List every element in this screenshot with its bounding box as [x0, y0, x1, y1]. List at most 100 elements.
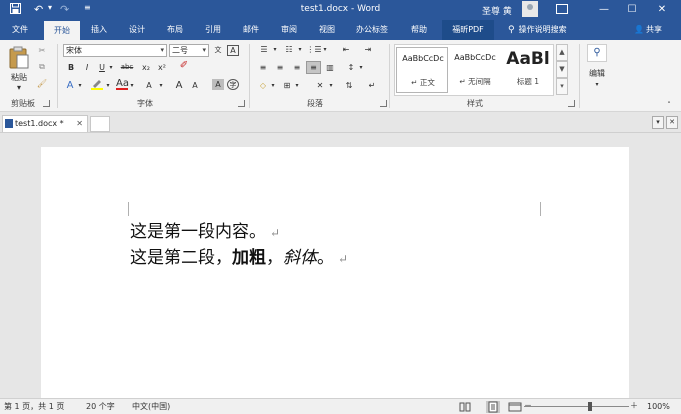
tab-help[interactable]: 帮助	[404, 20, 434, 40]
paste-icon[interactable]	[8, 46, 30, 70]
chinese-layout-dropdown-icon[interactable]: ▾	[328, 80, 334, 91]
character-shading-icon[interactable]: A	[212, 79, 224, 90]
format-painter-icon[interactable]: 🖌	[36, 78, 48, 89]
language-indicator[interactable]: 中文(中国)	[132, 401, 170, 413]
text-effects-button[interactable]: A	[64, 80, 76, 91]
document-page[interactable]: 这是第一段内容。 ↵ 这是第二段，加粗，斜体。 ↵	[41, 147, 629, 407]
editing-button[interactable]: 编辑	[582, 68, 612, 79]
tab-mailings[interactable]: 邮件	[236, 20, 266, 40]
numbering-dropdown-icon[interactable]: ▾	[297, 44, 303, 55]
borders-icon[interactable]: ⊞	[280, 80, 294, 91]
style-normal[interactable]: AaBbCcDc ↵ 正文	[396, 47, 448, 93]
numbering-icon[interactable]: ☷	[281, 44, 297, 55]
user-name[interactable]: 圣尊 黄	[482, 4, 512, 17]
close-icon[interactable]: ✕	[652, 2, 672, 18]
text-effects-dropdown-icon[interactable]: ▾	[76, 80, 84, 91]
zoom-slider[interactable]	[524, 406, 629, 407]
sort-icon[interactable]: ⇅	[342, 80, 356, 91]
font-color-button[interactable]: Aa	[116, 78, 129, 90]
cut-icon[interactable]: ✂	[36, 45, 48, 56]
grow-font-button[interactable]: A	[174, 80, 184, 91]
search-icon[interactable]: ⚲	[587, 44, 607, 62]
web-layout-icon[interactable]	[508, 401, 522, 413]
tab-foxit-pdf[interactable]: 福昕PDF	[442, 20, 494, 40]
underline-button[interactable]: U	[97, 62, 107, 73]
tab-list-dropdown-icon[interactable]: ▾	[652, 116, 664, 129]
bullets-icon[interactable]: ☰	[256, 44, 272, 55]
paste-dropdown-icon[interactable]: ▾	[8, 82, 30, 93]
tab-file[interactable]: 文件	[6, 20, 34, 40]
new-tab-button[interactable]	[90, 116, 110, 132]
word-count[interactable]: 20 个字	[86, 401, 115, 413]
clear-formatting-icon[interactable]: ✐	[178, 60, 190, 71]
italic-button[interactable]: I	[82, 62, 92, 73]
chinese-layout-icon[interactable]: ✕	[312, 80, 328, 91]
decrease-indent-icon[interactable]: ⇤	[338, 44, 354, 55]
distributed-icon[interactable]: ▥	[323, 62, 337, 73]
close-tab-icon[interactable]: ✕	[76, 116, 83, 131]
collapse-ribbon-icon[interactable]: ˄	[664, 100, 674, 111]
font-launcher-icon[interactable]	[238, 100, 245, 107]
print-layout-icon[interactable]	[486, 401, 500, 413]
style-heading-1[interactable]: AaBl 标题 1	[502, 47, 554, 93]
shrink-font-button[interactable]: A	[190, 80, 200, 91]
shading-dropdown-icon[interactable]: ▾	[270, 80, 276, 91]
phonetic-guide-icon[interactable]: 文	[212, 45, 224, 56]
styles-launcher-icon[interactable]	[568, 100, 575, 107]
read-mode-icon[interactable]	[458, 401, 472, 413]
copy-icon[interactable]: ⧉	[36, 61, 48, 72]
styles-more-icon[interactable]: ▾	[556, 78, 568, 95]
close-all-tabs-icon[interactable]: ✕	[666, 116, 678, 129]
styles-scroll-down-icon[interactable]: ▼	[556, 61, 568, 78]
underline-dropdown-icon[interactable]: ▾	[107, 62, 115, 73]
tab-office-tabs[interactable]: 办公标签	[350, 20, 394, 40]
change-case-button[interactable]: A	[141, 80, 157, 91]
multilevel-dropdown-icon[interactable]: ▾	[322, 44, 328, 55]
styles-scroll-up-icon[interactable]: ▲	[556, 44, 568, 61]
style-no-spacing[interactable]: AaBbCcDc ↵ 无间隔	[449, 47, 501, 93]
tab-references[interactable]: 引用	[198, 20, 228, 40]
clipboard-launcher-icon[interactable]	[43, 100, 50, 107]
shading-icon[interactable]: ◇	[256, 80, 270, 91]
multilevel-list-icon[interactable]: ⋮☰	[306, 44, 322, 55]
align-left-icon[interactable]: ≡	[256, 62, 270, 73]
subscript-button[interactable]: x₂	[140, 62, 152, 73]
zoom-in-button[interactable]: ＋	[630, 400, 638, 412]
tab-layout[interactable]: 布局	[160, 20, 190, 40]
bullets-dropdown-icon[interactable]: ▾	[272, 44, 278, 55]
enclose-characters-icon[interactable]: 字	[227, 79, 239, 90]
justify-icon[interactable]: ≡	[306, 61, 321, 74]
tell-me-search[interactable]: ⚲ 操作说明搜索	[508, 20, 567, 40]
page-count[interactable]: 第 1 页，共 1 页	[4, 401, 64, 413]
show-hide-marks-icon[interactable]: ↵	[366, 80, 378, 91]
paragraph-launcher-icon[interactable]	[380, 100, 387, 107]
restore-icon[interactable]: ☐	[622, 2, 642, 18]
increase-indent-icon[interactable]: ⇥	[360, 44, 376, 55]
font-name-combo[interactable]: 宋体 ▾	[63, 44, 167, 57]
tab-view[interactable]: 视图	[312, 20, 342, 40]
ribbon-display-options-icon[interactable]	[556, 4, 568, 14]
strikethrough-button[interactable]: abc	[118, 62, 136, 73]
highlight-color-icon[interactable]	[90, 78, 104, 90]
borders-dropdown-icon[interactable]: ▾	[294, 80, 300, 91]
font-size-combo[interactable]: 二号 ▾	[169, 44, 209, 57]
highlight-dropdown-icon[interactable]: ▾	[104, 80, 112, 91]
line-spacing-icon[interactable]: ↕	[344, 62, 358, 73]
tab-home[interactable]: 开始	[44, 21, 80, 40]
editing-dropdown-icon[interactable]: ▾	[582, 79, 612, 90]
align-center-icon[interactable]: ≡	[273, 62, 287, 73]
align-right-icon[interactable]: ≡	[290, 62, 304, 73]
line-spacing-dropdown-icon[interactable]: ▾	[358, 62, 364, 73]
document-tab[interactable]: test1.docx * ✕	[2, 115, 88, 132]
share-button[interactable]: 👤 共享	[634, 20, 662, 40]
bold-button[interactable]: B	[66, 62, 76, 73]
tab-insert[interactable]: 插入	[84, 20, 114, 40]
tab-design[interactable]: 设计	[122, 20, 152, 40]
zoom-level[interactable]: 100%	[647, 401, 670, 413]
avatar[interactable]	[522, 1, 538, 17]
change-case-dropdown-icon[interactable]: ▾	[157, 80, 165, 91]
superscript-button[interactable]: x²	[156, 62, 168, 73]
paragraph-1[interactable]: 这是第一段内容。 ↵	[130, 217, 280, 242]
zoom-slider-thumb[interactable]	[588, 402, 592, 411]
tab-review[interactable]: 审阅	[274, 20, 304, 40]
